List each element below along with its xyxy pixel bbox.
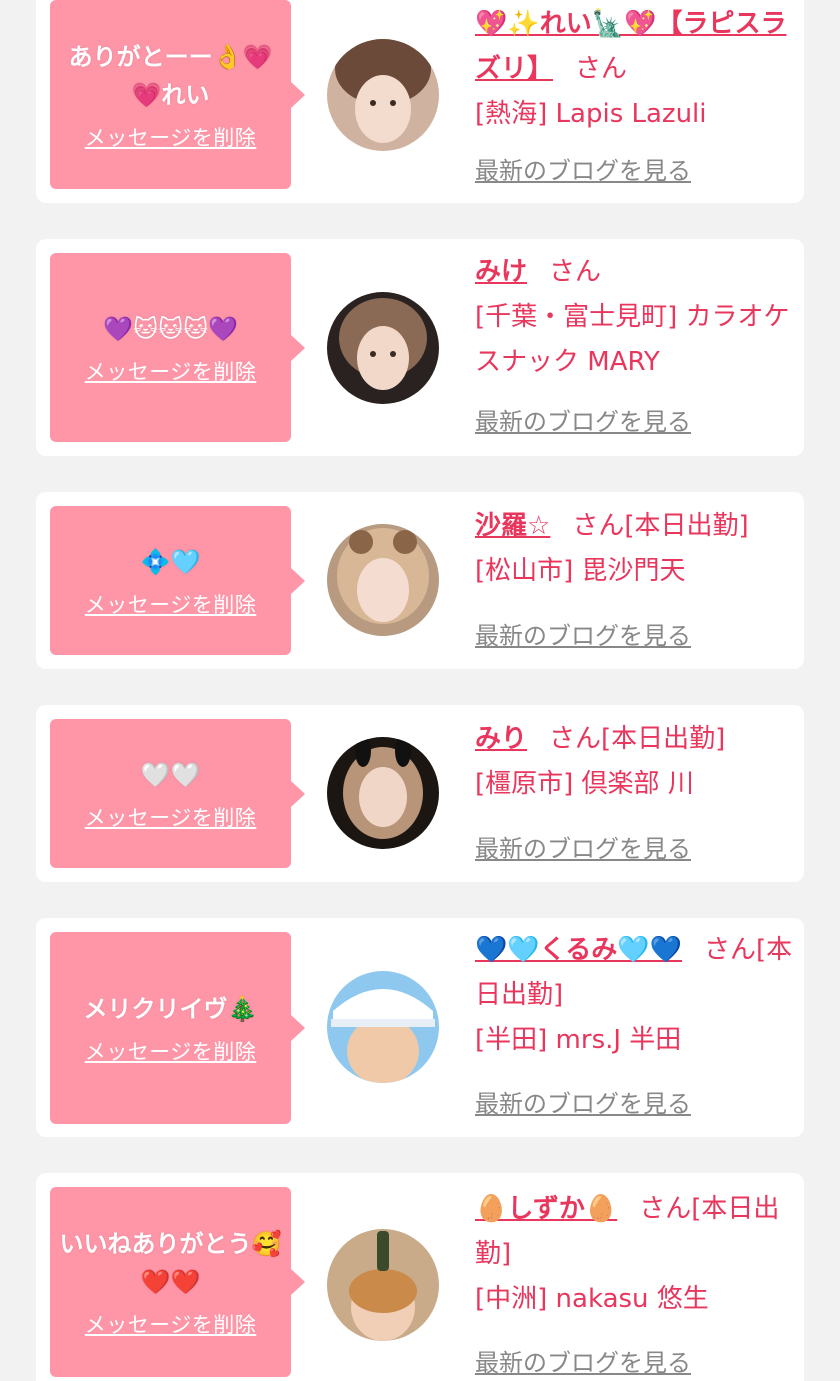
message-text: 💜🐱🐱🐱💜 [103, 314, 238, 343]
delete-message-link[interactable]: メッセージを削除 [85, 1309, 257, 1339]
avatar[interactable] [327, 971, 439, 1083]
member-name-link[interactable]: みけ [475, 257, 527, 287]
latest-blog-link[interactable]: 最新のブログを見る [475, 1343, 691, 1378]
shop-info: [半田] mrs.J 半田 [475, 1025, 682, 1055]
attendance-status: [本日出勤] [601, 724, 726, 754]
member-name-link[interactable]: 💖✨れい🗽💖【ラピスラズリ】 [475, 9, 787, 84]
member-info: 沙羅☆ さん[本日出勤] [松山市] 毘沙門天 [475, 504, 795, 594]
message-text: ありがとーー👌💗💗れい [68, 42, 273, 109]
message-bubble: 💜🐱🐱🐱💜 メッセージを削除 [50, 253, 305, 442]
message-card: ありがとーー👌💗💗れい メッセージを削除 💖✨れい🗽💖【ラピスラズリ】 さん [熱… [36, 0, 804, 203]
latest-blog-link[interactable]: 最新のブログを見る [475, 151, 691, 186]
member-name-link[interactable]: 沙羅☆ [475, 511, 550, 541]
message-card: 💠🩵 メッセージを削除 沙羅☆ さん[本日出勤] [松山市] 毘沙門天 最新のブロ… [36, 492, 804, 669]
member-info: みけ さん [千葉・富士見町] カラオケスナック MARY [475, 250, 795, 385]
member-name-link[interactable]: 🥚しずか🥚 [475, 1194, 617, 1224]
avatar[interactable] [327, 1229, 439, 1341]
delete-message-link[interactable]: メッセージを削除 [85, 1036, 257, 1066]
latest-blog-link[interactable]: 最新のブログを見る [475, 1084, 691, 1119]
shop-info: [熱海] Lapis Lazuli [475, 99, 707, 129]
message-bubble: メリクリイヴ🎄 メッセージを削除 [50, 932, 305, 1124]
delete-message-link[interactable]: メッセージを削除 [85, 122, 257, 152]
latest-blog-link[interactable]: 最新のブログを見る [475, 829, 691, 864]
shop-info: [橿原市] 倶楽部 川 [475, 769, 694, 799]
message-bubble: 💠🩵 メッセージを削除 [50, 506, 305, 655]
avatar[interactable] [327, 737, 439, 849]
member-name-link[interactable]: 💙🩵くるみ🩵💙 [475, 935, 682, 965]
member-info: 💙🩵くるみ🩵💙 さん[本日出勤] [半田] mrs.J 半田 [475, 928, 795, 1063]
member-info: 🥚しずか🥚 さん[本日出勤] [中洲] nakasu 悠生 [475, 1187, 795, 1322]
message-text: 🤍🤍 [140, 760, 201, 789]
latest-blog-link[interactable]: 最新のブログを見る [475, 616, 691, 651]
message-card: メリクリイヴ🎄 メッセージを削除 💙🩵くるみ🩵💙 さん[本日出勤] [半田] mr… [36, 918, 804, 1137]
message-bubble: ありがとーー👌💗💗れい メッセージを削除 [50, 0, 305, 189]
delete-message-link[interactable]: メッセージを削除 [85, 356, 257, 386]
message-bubble: 🤍🤍 メッセージを削除 [50, 719, 305, 868]
message-text: メリクリイヴ🎄 [83, 995, 258, 1023]
honorific: さん [575, 54, 628, 84]
message-text: 💠🩵 [140, 547, 201, 576]
message-text: いいねありがとう🥰❤️❤️ [59, 1230, 282, 1296]
shop-info: [千葉・富士見町] カラオケスナック MARY [475, 302, 790, 377]
member-info: みり さん[本日出勤] [橿原市] 倶楽部 川 [475, 717, 795, 807]
message-bubble: いいねありがとう🥰❤️❤️ メッセージを削除 [50, 1187, 305, 1377]
latest-blog-link[interactable]: 最新のブログを見る [475, 402, 691, 437]
honorific: さん [703, 935, 756, 965]
message-card: 💜🐱🐱🐱💜 メッセージを削除 みけ さん [千葉・富士見町] カラオケスナック M… [36, 239, 804, 456]
honorific: さん [549, 724, 602, 754]
shop-info: [松山市] 毘沙門天 [475, 556, 686, 586]
member-name-link[interactable]: みり [475, 724, 527, 754]
avatar[interactable] [327, 39, 439, 151]
delete-message-link[interactable]: メッセージを削除 [85, 589, 257, 619]
attendance-status: [本日出勤] [624, 511, 749, 541]
honorific: さん [639, 1194, 692, 1224]
member-info: 💖✨れい🗽💖【ラピスラズリ】 さん [熱海] Lapis Lazuli [475, 2, 795, 137]
message-card: いいねありがとう🥰❤️❤️ メッセージを削除 🥚しずか🥚 さん[本日出勤] [中洲… [36, 1173, 804, 1381]
message-card: 🤍🤍 メッセージを削除 みり さん[本日出勤] [橿原市] 倶楽部 川 最新のブロ… [36, 705, 804, 882]
avatar[interactable] [327, 292, 439, 404]
shop-info: [中洲] nakasu 悠生 [475, 1284, 709, 1314]
delete-message-link[interactable]: メッセージを削除 [85, 802, 257, 832]
honorific: さん [572, 511, 625, 541]
avatar[interactable] [327, 524, 439, 636]
honorific: さん [549, 257, 602, 287]
